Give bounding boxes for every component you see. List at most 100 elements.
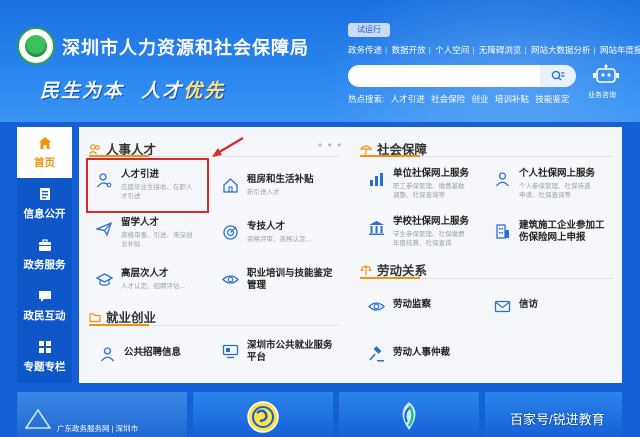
leaf-logo-icon bbox=[402, 402, 416, 430]
trial-badge: 试运行 bbox=[348, 23, 390, 37]
section-divider bbox=[89, 324, 339, 326]
service-title: 留学人才 bbox=[121, 217, 160, 228]
scales-icon bbox=[360, 264, 372, 275]
person-icon bbox=[495, 172, 510, 187]
grid-icon bbox=[38, 340, 51, 353]
section-divider bbox=[360, 277, 613, 279]
service-title-line2: 伤保险网上申报 bbox=[519, 232, 586, 243]
hot-term-1[interactable]: 人才引进 bbox=[391, 94, 425, 104]
slogan-part-1: 民生为本 bbox=[40, 80, 125, 102]
service-vocational-training[interactable]: 职业培训与技能鉴定 管理 bbox=[222, 268, 333, 292]
service-desc: 人才认定、招聘评估... bbox=[121, 283, 185, 290]
top-links: 政务传递| 数据开放| 个人空间| 无障碍浏览| 网站大数据分析| 网站年度报表 bbox=[348, 44, 640, 56]
service-high-level-talent[interactable]: 高层次人才 人才认定、招聘评估... bbox=[96, 268, 185, 291]
monitor-icon bbox=[222, 344, 239, 359]
eye-icon bbox=[368, 302, 385, 311]
sidebar-item-home[interactable]: 首页 bbox=[17, 127, 72, 178]
building-icon bbox=[496, 224, 509, 239]
folder-icon bbox=[89, 312, 101, 322]
document-icon bbox=[39, 187, 50, 200]
service-title: 建筑施工企业参加工 bbox=[519, 220, 605, 231]
sidebar-item-label: 信息公开 bbox=[23, 207, 66, 220]
service-desc: 个人参保管理、社保待遇 bbox=[519, 183, 591, 190]
service-personal-social-insurance[interactable]: 个人社保网上服务 个人参保管理、社保待遇 申请、社保查询等 bbox=[494, 168, 595, 200]
service-labor-inspection[interactable]: 劳动监察 bbox=[368, 295, 431, 315]
people-icon bbox=[89, 143, 100, 154]
slogan: 民生为本 人才优先 bbox=[40, 76, 225, 103]
hot-search-label: 热点搜索: bbox=[348, 94, 385, 104]
top-link-1[interactable]: 政务传递 bbox=[348, 45, 382, 55]
service-title: 专技人才 bbox=[247, 221, 286, 232]
site-logo[interactable] bbox=[17, 27, 55, 65]
service-overseas-talent[interactable]: 留学人才 资格审查、引进、来深创 业补贴 bbox=[96, 217, 193, 249]
service-tile-3[interactable] bbox=[339, 392, 479, 437]
service-title: 深圳市公共就业服务 bbox=[247, 340, 333, 351]
service-title: 职业培训与技能鉴定 bbox=[247, 268, 333, 279]
service-labor-arbitration[interactable]: 劳动人事仲裁 bbox=[368, 343, 450, 363]
sidebar-item-label: 首页 bbox=[34, 156, 55, 169]
service-desc: 学生参保管理、社保缴费 bbox=[393, 231, 465, 238]
top-link-5[interactable]: 网站大数据分析 bbox=[531, 45, 591, 55]
service-construction-injury-insurance[interactable]: 建筑施工企业参加工 伤保险网上申报 bbox=[494, 220, 605, 244]
person-icon bbox=[100, 347, 115, 362]
briefcase-icon bbox=[38, 238, 51, 251]
service-housing-subsidy[interactable]: 租房和生活补贴 新引进人才 bbox=[222, 174, 314, 197]
service-petition[interactable]: 信访 bbox=[494, 295, 538, 315]
service-title: 高层次人才 bbox=[121, 268, 169, 279]
search-input[interactable] bbox=[348, 65, 540, 87]
home-icon bbox=[38, 136, 51, 149]
gavel-icon bbox=[369, 346, 384, 362]
robot-assistant-icon[interactable] bbox=[592, 64, 620, 88]
service-employment-platform[interactable]: 深圳市公共就业服务 平台 bbox=[222, 340, 333, 364]
site-title[interactable]: 深圳市人力资源和社会保障局 bbox=[62, 34, 309, 60]
slogan-part-3: 优先 bbox=[183, 80, 226, 102]
service-title: 学校社保网上服务 bbox=[393, 216, 470, 227]
search-icon bbox=[551, 70, 565, 81]
top-link-2[interactable]: 数据开放 bbox=[392, 45, 426, 55]
service-title: 租房和生活补贴 bbox=[247, 174, 314, 185]
top-link-6[interactable]: 网站年度报表 bbox=[600, 45, 640, 55]
social-security-logo-icon bbox=[247, 401, 279, 433]
gov-service-tile-text: 广东政务服务网 | 深圳市 bbox=[57, 424, 139, 433]
sidebar-nav: 首页 信息公开 政务服务 政民互动 专题专栏 bbox=[17, 127, 72, 383]
watermark: 百家号/锐进教育 bbox=[510, 412, 605, 427]
sidebar-item-label: 政务服务 bbox=[23, 258, 66, 271]
sidebar-item-special-topics[interactable]: 专题专栏 bbox=[17, 331, 72, 382]
sidebar-item-interaction[interactable]: 政民互动 bbox=[17, 280, 72, 331]
social-security-tile[interactable] bbox=[193, 392, 333, 437]
service-desc: 新引进人才 bbox=[247, 189, 280, 196]
service-desc: 业补贴 bbox=[121, 241, 141, 248]
hot-term-2[interactable]: 社会保险 bbox=[431, 94, 465, 104]
highlight-box bbox=[86, 158, 209, 213]
service-desc: 资格审查、引进、来深创 bbox=[121, 232, 193, 239]
header-banner: 深圳市人力资源和社会保障局 民生为本 人才优先 试运行 政务传递 | 数据开放 | … bbox=[0, 0, 640, 122]
umbrella-icon bbox=[360, 144, 372, 155]
more-dots[interactable]: • • • bbox=[318, 138, 342, 152]
hot-term-5[interactable]: 技能鉴定 bbox=[535, 94, 569, 104]
service-title-line2: 管理 bbox=[247, 280, 267, 291]
hot-term-3[interactable]: 创业 bbox=[472, 94, 489, 104]
top-link-3[interactable]: 个人空间 bbox=[435, 45, 469, 55]
service-title: 信访 bbox=[519, 299, 539, 310]
house-icon bbox=[223, 178, 238, 193]
slogan-part-2: 人才 bbox=[141, 80, 184, 102]
sidebar-item-label: 政民互动 bbox=[23, 309, 66, 322]
sidebar-item-info-disclosure[interactable]: 信息公开 bbox=[17, 178, 72, 229]
service-public-recruitment[interactable]: 公共招聘信息 bbox=[99, 343, 181, 363]
service-school-social-insurance[interactable]: 学校社保网上服务 学生参保管理、社保缴费 年度结算、社保查询 bbox=[368, 216, 469, 248]
sidebar-item-label: 专题专栏 bbox=[23, 360, 66, 373]
service-professional-talent[interactable]: 专技人才 资格评审、资格认定... bbox=[222, 221, 311, 244]
service-employer-social-insurance[interactable]: 单位社保网上服务 职工参保管理、缴费基数 调整、社保查询等 bbox=[368, 168, 469, 200]
building-chart-icon bbox=[370, 173, 383, 186]
sidebar-item-gov-services[interactable]: 政务服务 bbox=[17, 229, 72, 280]
search-button[interactable] bbox=[540, 65, 576, 87]
service-title-line2: 平台 bbox=[247, 352, 267, 363]
hot-term-4[interactable]: 培训补贴 bbox=[495, 94, 529, 104]
top-link-4[interactable]: 无障碍浏览 bbox=[479, 45, 522, 55]
service-desc: 年度结算、社保查询 bbox=[393, 240, 452, 247]
assistant-label[interactable]: 业务咨询 bbox=[588, 90, 616, 100]
eye-icon bbox=[222, 275, 239, 284]
envelope-icon bbox=[494, 300, 511, 313]
service-title: 个人社保网上服务 bbox=[519, 168, 596, 179]
gov-service-logo-icon bbox=[24, 408, 52, 429]
